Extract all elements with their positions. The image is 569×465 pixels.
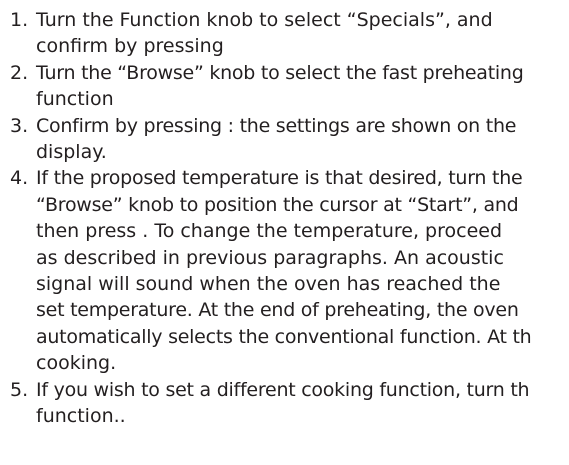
step-line: If you wish to set a different cooking f… [36,378,530,401]
step-line: Confirm by pressing : the settings are s… [36,114,517,137]
step-line: function.. [36,405,126,428]
step-item: 3. Confirm by pressing : the settings ar… [0,113,531,166]
step-line: as described in previous paragraphs. An … [36,246,504,269]
step-line: display. [36,141,107,164]
step-line: automatically selects the conventional f… [36,325,532,348]
step-line: “Browse” knob to position the cursor at … [36,193,519,216]
step-line: cooking. [36,352,117,375]
step-item: 2. Turn the “Browse” knob to select the … [0,60,531,113]
instruction-document: 1. Turn the Function knob to select “Spe… [0,0,569,465]
step-item: 4. If the proposed temperature is that d… [0,165,532,376]
step-number: 4. [10,167,29,190]
step-number: 1. [10,9,29,31]
step-line: then press . To change the temperature, … [36,220,503,243]
step-number: 5. [10,378,29,401]
step-line: set temperature. At the end of preheatin… [36,299,519,322]
step-line: Turn the Function knob to select “Specia… [36,9,493,31]
step-line: If the proposed temperature is that desi… [36,167,523,190]
step-line: Turn the “Browse” knob to select the fas… [36,61,524,84]
numbered-steps-list: 1. Turn the Function knob to select “Spe… [0,7,532,430]
step-number: 2. [10,61,29,84]
step-line: confirm by pressing [36,35,224,58]
step-line: signal will sound when the oven has reac… [36,273,501,296]
step-number: 3. [10,114,29,137]
step-line: function [36,88,114,111]
step-item: 5. If you wish to set a different cookin… [0,377,531,430]
step-item: 1. Turn the Function knob to select “Spe… [0,7,531,60]
